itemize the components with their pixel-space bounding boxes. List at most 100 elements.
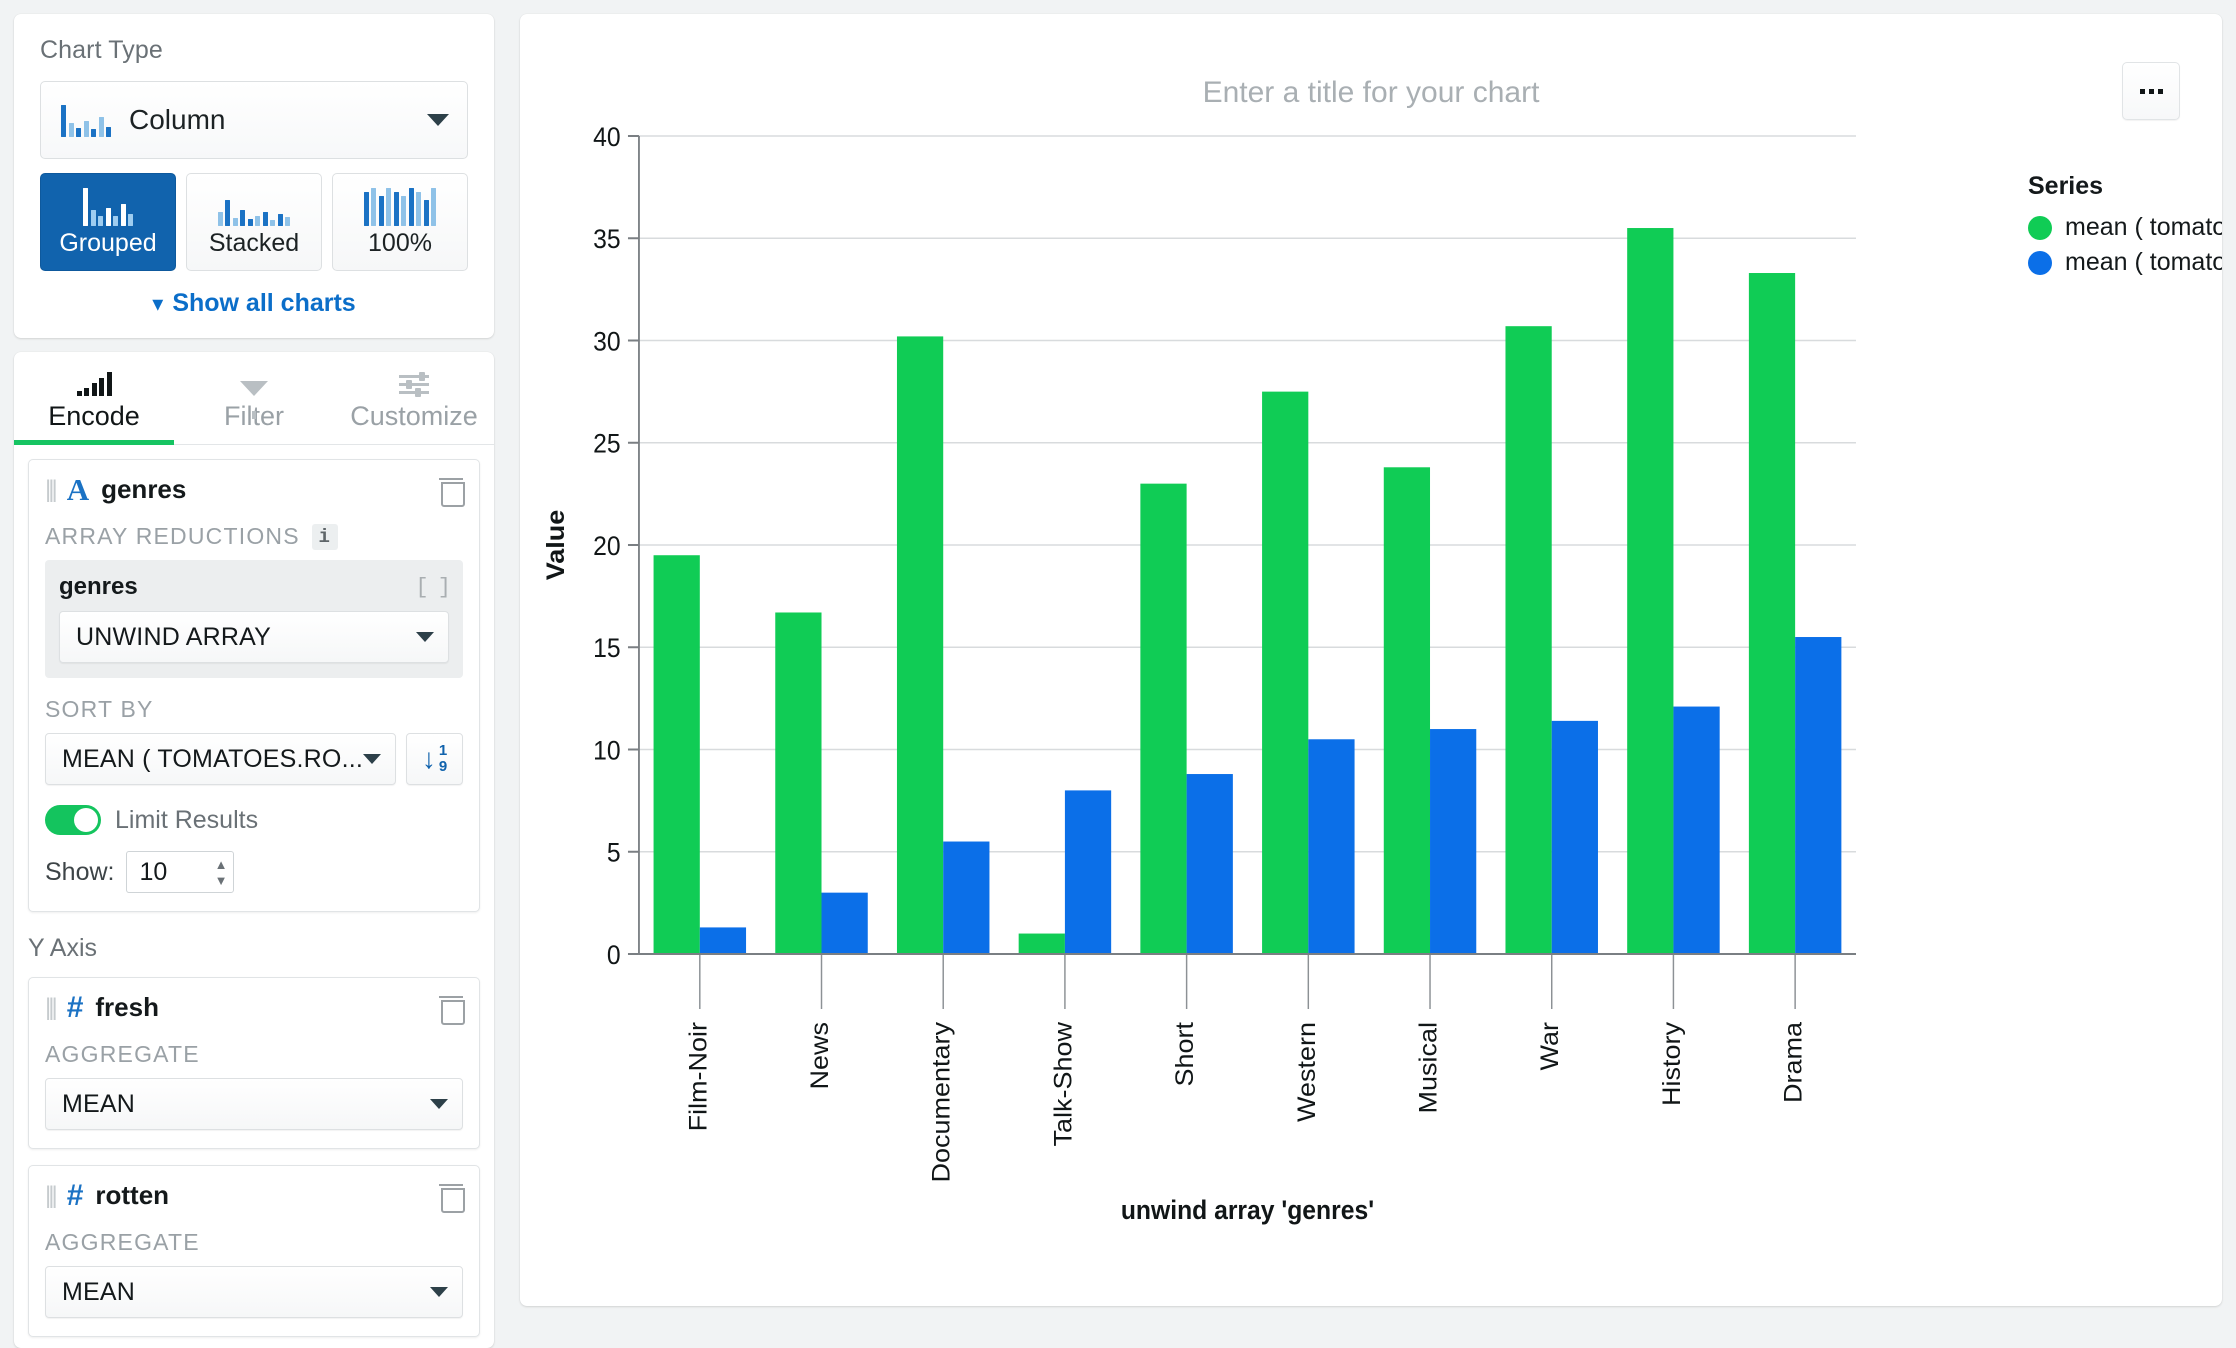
chart-bar[interactable] (1262, 391, 1309, 954)
sliders-icon (399, 368, 429, 397)
chart-variant-percent-label: 100% (368, 229, 432, 257)
chart-bar[interactable] (1018, 933, 1065, 954)
legend-swatch-fresh (2028, 215, 2052, 240)
tab-filter[interactable]: Filter (174, 352, 334, 444)
show-label: Show: (45, 857, 115, 886)
sort-by-select[interactable]: MEAN ( TOMATOES.RO... (45, 733, 397, 785)
chart-bar[interactable] (1308, 739, 1355, 954)
tab-customize[interactable]: Customize (334, 352, 494, 444)
array-reduction-field-name: genres (59, 573, 138, 600)
legend-swatch-rotten (2028, 250, 2052, 275)
chart-bar[interactable] (1430, 729, 1477, 954)
chart-bar[interactable] (653, 555, 700, 954)
chart-type-label: Chart Type (40, 36, 163, 64)
x-tick-label: War (1537, 1022, 1564, 1071)
bar-chart-icon (76, 368, 112, 396)
drag-handle-icon[interactable]: ||| (45, 994, 58, 1022)
chart-variant-stacked[interactable]: Stacked (186, 173, 322, 271)
chart-bar[interactable] (1748, 273, 1796, 954)
y-tick-label: 15 (593, 634, 620, 663)
encode-card: Encode Filter Customize ||| A genres ARR… (14, 352, 494, 1348)
chevron-down-icon (416, 632, 434, 642)
tab-customize-label: Customize (350, 401, 478, 431)
y-tick-label: 0 (607, 941, 621, 970)
info-icon[interactable]: i (311, 523, 338, 550)
chart-y-tick-labels: 0 5 10 15 20 25 30 35 40 (593, 123, 620, 970)
sort-number-top: 1 (438, 742, 448, 760)
chart-variant-grouped[interactable]: Grouped (40, 173, 176, 271)
array-reduction-header: genres [ ] (59, 573, 451, 601)
chart-bar[interactable] (1551, 720, 1598, 954)
show-count-stepper[interactable]: 10 ▲ ▼ (126, 851, 235, 893)
encode-field-fresh-name: fresh (95, 992, 159, 1022)
chart-panel: Enter a title for your chart 0 5 10 15 20 25 3… (508, 0, 2236, 1348)
left-sidebar: Chart Type Column Grouped Stacked 100% ▾… (0, 0, 508, 1348)
chart-bar[interactable] (943, 841, 990, 954)
chart-bar[interactable] (1140, 483, 1187, 954)
chart-bar[interactable] (775, 612, 822, 954)
chart-type-select[interactable]: Column (40, 81, 468, 159)
y-tick-label: 20 (593, 532, 620, 561)
grouped-bars-icon (83, 186, 133, 226)
y-tick-label: 35 (593, 225, 620, 254)
aggregate-select-fresh[interactable]: MEAN (45, 1078, 463, 1130)
chart-bar[interactable] (1627, 228, 1674, 954)
funnel-icon (240, 368, 268, 419)
sort-by-label: SORT BY (45, 696, 154, 722)
y-tick-label: 10 (593, 737, 620, 766)
sort-by-row: MEAN ( TOMATOES.RO... ↓ 19 (45, 733, 463, 785)
chart-bar[interactable] (1673, 706, 1720, 954)
stacked-bars-icon (217, 186, 291, 226)
legend-label-rotten: mean ( tomatoes rotten ) (2065, 248, 2222, 276)
chart-x-tick-labels: Film-Noir News Documentary Talk-Show Short We… (685, 1021, 1807, 1182)
drag-handle-icon[interactable]: ||| (45, 476, 58, 504)
legend-title: Series (2028, 172, 2104, 200)
chart-plot-area: 0 5 10 15 20 25 30 35 40 Film-Noir News Documentar… (520, 14, 2222, 1306)
chart-bar[interactable] (699, 927, 747, 954)
array-reductions-label: ARRAY REDUCTIONS (45, 523, 300, 549)
array-reduction-select[interactable]: UNWIND ARRAY (59, 611, 449, 663)
chart-bar[interactable] (821, 892, 868, 954)
aggregate-label-rotten: AGGREGATE (45, 1229, 200, 1255)
stepper-arrows-icon[interactable]: ▲ ▼ (215, 858, 228, 887)
x-tick-label: Documentary (929, 1022, 956, 1183)
encode-field-genres: ||| A genres ARRAY REDUCTIONS i genres [… (28, 459, 480, 912)
chart-bar[interactable] (896, 336, 944, 954)
aggregate-select-rotten[interactable]: MEAN (45, 1266, 463, 1318)
chart-bar[interactable] (1186, 774, 1233, 954)
x-tick-label: History (1659, 1022, 1686, 1106)
encode-body: ||| A genres ARRAY REDUCTIONS i genres [… (14, 445, 494, 1348)
chevron-down-icon (430, 1287, 448, 1297)
chart-bar[interactable] (1795, 637, 1842, 954)
chart-bar[interactable] (1064, 790, 1112, 954)
chevron-down-icon (363, 754, 382, 764)
delete-icon[interactable] (439, 994, 465, 1025)
x-tick-label: Film-Noir (685, 1022, 712, 1132)
drag-handle-icon[interactable]: ||| (45, 1182, 58, 1210)
delete-icon[interactable] (439, 476, 465, 507)
sort-direction-button[interactable]: ↓ 19 (406, 733, 463, 785)
x-tick-label: Talk-Show (1050, 1022, 1077, 1147)
encode-field-rotten: ||| # rotten AGGREGATE MEAN (28, 1165, 480, 1337)
chart-variant-percent[interactable]: 100% (332, 173, 468, 271)
tab-encode[interactable]: Encode (14, 352, 174, 445)
legend-item-rotten[interactable]: mean ( tomatoes rotten ) (2028, 248, 2222, 277)
sort-number-bottom: 9 (438, 758, 448, 775)
chart-bar[interactable] (1383, 467, 1431, 954)
x-tick-label: News (807, 1022, 834, 1089)
chevron-down-icon: ▾ (152, 291, 164, 316)
legend-item-fresh[interactable]: mean ( tomatoes fresh ) (2028, 213, 2222, 242)
x-tick-label: Musical (1416, 1022, 1443, 1113)
encode-field-fresh: ||| # fresh AGGREGATE MEAN (28, 977, 480, 1149)
chart-card: Enter a title for your chart 0 5 10 15 20 25 3… (520, 14, 2222, 1306)
percent-bars-icon (363, 186, 437, 226)
limit-results-label: Limit Results (115, 805, 259, 834)
delete-icon[interactable] (439, 1182, 465, 1213)
limit-results-toggle[interactable] (45, 805, 101, 835)
show-all-charts-link[interactable]: ▾ Show all charts (40, 289, 468, 318)
sort-descending-icon: ↓ (421, 743, 436, 774)
chart-bar[interactable] (1505, 326, 1552, 954)
chart-type-value: Column (129, 104, 226, 135)
chart-variant-toggle-group: Grouped Stacked 100% (40, 173, 468, 271)
encode-field-genres-header: ||| A genres (45, 474, 465, 507)
